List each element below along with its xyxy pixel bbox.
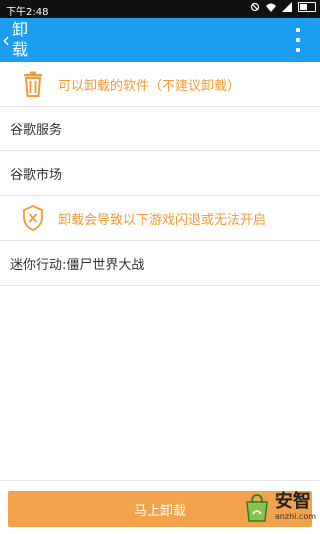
anzhi-logo-icon (243, 492, 271, 522)
menu-dot-icon (296, 38, 300, 42)
anzhi-watermark: 安智 anzhi.com (243, 492, 316, 522)
wifi-icon (266, 3, 276, 12)
list-item-label: 谷歌服务 (10, 122, 63, 138)
anzhi-text: 安智 anzhi.com (275, 492, 316, 522)
divider (0, 480, 320, 481)
section-crash-warning-header: 卸载会导致以下游戏闪退或无法开启 (0, 196, 320, 241)
overflow-menu-button[interactable] (294, 28, 302, 52)
anzhi-cn-label: 安智 (274, 491, 311, 512)
back-button[interactable]: ‹ 卸载 (2, 20, 42, 59)
status-bar: 下午2:48 (0, 0, 320, 18)
battery-icon (298, 2, 316, 12)
menu-dot-icon (296, 48, 300, 52)
status-time: 下午2:48 (6, 7, 49, 18)
list-item-label: 谷歌市场 (10, 167, 63, 183)
list-item[interactable]: 谷歌市场 (0, 151, 320, 196)
status-icons (250, 2, 316, 12)
section-uninstallable-header: 可以卸载的软件（不建议卸载） (0, 62, 320, 107)
warning-shield-icon (22, 205, 44, 231)
sync-icon (250, 2, 260, 12)
list-item[interactable]: 谷歌服务 (0, 106, 320, 151)
list-item-label: 迷你行动:僵尸世界大战 (10, 257, 145, 273)
app-header: ‹ 卸载 (0, 18, 320, 62)
trash-icon (22, 71, 44, 97)
list-item[interactable]: 迷你行动:僵尸世界大战 (0, 241, 320, 286)
signal-icon (282, 2, 292, 12)
section-crash-warning-label: 卸载会导致以下游戏闪退或无法开启 (58, 212, 267, 228)
menu-dot-icon (296, 28, 300, 32)
section-uninstallable-label: 可以卸载的软件（不建议卸载） (58, 78, 241, 94)
back-chevron-icon: ‹ (2, 28, 10, 52)
page-title: 卸载 (12, 20, 29, 59)
anzhi-en-label: anzhi.com (274, 512, 316, 521)
